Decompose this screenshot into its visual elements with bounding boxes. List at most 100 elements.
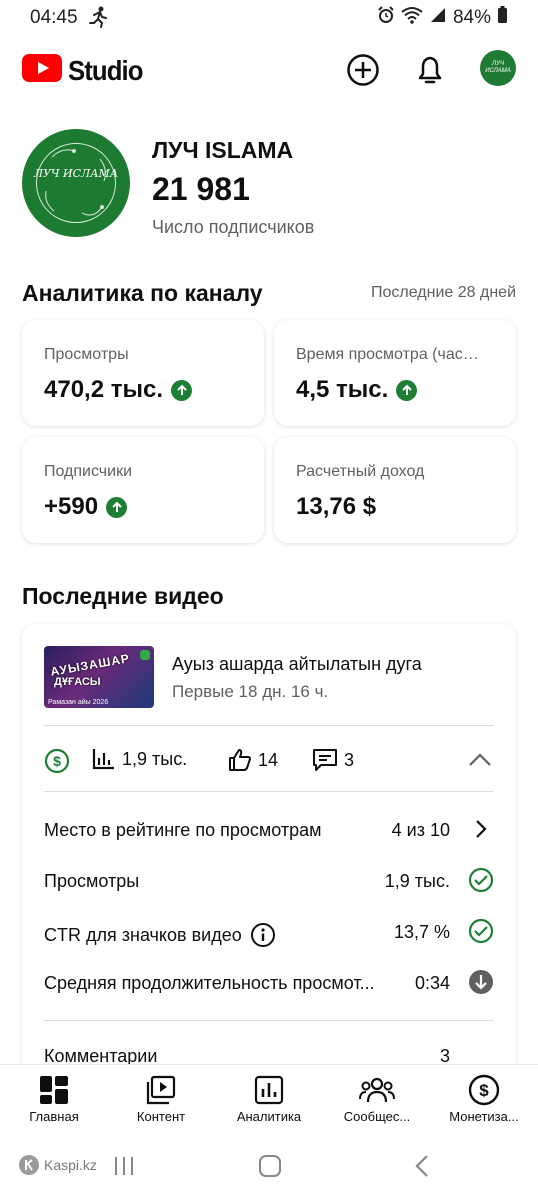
battery-text: 84% <box>452 7 491 28</box>
metric-value: 4,5 тыс. <box>296 376 418 404</box>
trend-up-icon <box>106 496 128 518</box>
trend-up-icon <box>171 379 192 401</box>
comment-icon <box>313 749 337 771</box>
latest-videos-title: Последние видео <box>22 583 224 609</box>
stat-views: 1,9 тыс. <box>92 748 187 770</box>
svg-text:$: $ <box>479 1081 489 1100</box>
metric-card-subscribers[interactable]: Подписчики +590 <box>22 437 264 543</box>
channel-name: ЛУЧ ISLAMA <box>152 137 294 163</box>
community-icon <box>323 1073 431 1107</box>
youtube-studio-logo[interactable]: Studio <box>22 54 149 87</box>
video-thumbnail[interactable]: АУЫЗАШАР ДҰҒАСЫ Рамазан айы 2026 <box>44 646 154 708</box>
nav-dashboard[interactable]: Главная <box>0 1073 108 1124</box>
status-bar: 04:45 84% <box>0 0 538 36</box>
metric-card-watch-time[interactable]: Время просмотра (час… 4,5 тыс. <box>274 320 516 426</box>
metric-value: 13,76 $ <box>296 493 376 521</box>
running-person-icon <box>88 6 108 33</box>
content-icon <box>107 1073 215 1107</box>
metric-card-revenue[interactable]: Расчетный доход 13,76 $ <box>274 437 516 543</box>
back-button[interactable] <box>412 1154 432 1183</box>
nav-label: Аналитика <box>236 1109 302 1124</box>
nav-label: Сообщес... <box>343 1109 411 1124</box>
trend-up-icon <box>396 379 418 401</box>
avatar-small-text: ЛУЧ ИСЛАМА <box>485 61 511 74</box>
nav-label: Контент <box>136 1109 186 1124</box>
youtube-play-icon <box>22 54 62 87</box>
rank-row[interactable]: Место в рейтинге по просмотрам 4 из 10 <box>44 816 494 846</box>
video-period: Первые 18 дн. 16 ч. <box>172 682 329 701</box>
video-stats: $ 1,9 тыс. 14 3 <box>44 748 494 776</box>
nav-community[interactable]: Сообщес... <box>323 1073 431 1124</box>
battery-icon <box>497 6 508 30</box>
bell-icon <box>418 56 442 84</box>
kaspi-logo-icon <box>19 1155 39 1175</box>
info-icon[interactable] <box>250 922 276 948</box>
metric-value-text: 470,2 тыс. <box>44 376 163 403</box>
row-value: 0:34 <box>414 973 450 993</box>
analytics-title: Аналитика по каналу <box>22 280 263 306</box>
divider <box>44 725 494 726</box>
nav-content[interactable]: Контент <box>107 1073 215 1124</box>
subscriber-count: 21 981 <box>152 171 250 207</box>
latest-video-card: АУЫЗАШАР ДҰҒАСЫ Рамазан айы 2026 Ауыз аш… <box>22 624 516 1084</box>
metric-label: Просмотры <box>44 346 129 363</box>
chevron-up-icon <box>469 753 491 766</box>
status-icons: 84% <box>377 6 508 30</box>
stat-likes: 14 <box>228 748 278 772</box>
row-label: Место в рейтинге по просмотрам <box>44 820 322 840</box>
video-title[interactable]: Ауыз ашарда айтылатын дуга <box>172 654 422 675</box>
row-label-wrap: CTR для значков видео <box>44 922 276 948</box>
recent-apps-button[interactable] <box>112 1154 136 1183</box>
subscriber-label: Число подписчиков <box>152 217 315 237</box>
row-value: 4 из 10 <box>391 820 450 840</box>
thumb-up-icon <box>229 749 251 771</box>
metric-label: Расчетный доход <box>296 463 425 480</box>
channel-avatar-text: ЛУЧ ИСЛАМА <box>33 167 119 180</box>
collapse-button[interactable] <box>468 752 492 773</box>
stat-views-value: 1,9 тыс. <box>122 748 188 769</box>
app-header: Studio ЛУЧ ИСЛАМА <box>0 44 538 96</box>
nav-label: Монетиза... <box>449 1109 519 1124</box>
svg-text:$: $ <box>53 753 61 769</box>
nav-analytics[interactable]: Аналитика <box>215 1073 323 1124</box>
monetization-status[interactable]: $ <box>44 748 70 774</box>
thumbnail-badge <box>140 650 150 660</box>
add-icon <box>347 54 379 86</box>
metric-value-text: 13,76 $ <box>296 493 377 520</box>
row-value: 1,9 тыс. <box>384 871 450 891</box>
metric-value-text: 4,5 тыс. <box>296 376 389 403</box>
notifications-button[interactable] <box>412 52 448 88</box>
metric-value: 470,2 тыс. <box>44 376 192 404</box>
floral-ornament-icon <box>45 149 106 216</box>
wifi-icon <box>401 6 423 30</box>
analytics-icon <box>215 1073 323 1107</box>
metric-label: Подписчики <box>44 463 133 480</box>
alarm-icon <box>377 6 395 30</box>
monetization-icon: $ <box>430 1073 538 1107</box>
channel-avatar[interactable]: ЛУЧ ИСЛАМА <box>22 129 130 237</box>
metric-value: +590 <box>44 493 128 521</box>
nav-monetization[interactable]: $ Монетиза... <box>430 1073 538 1124</box>
signal-icon <box>429 6 447 30</box>
analytics-period: Последние 28 дней <box>371 284 516 301</box>
bottom-navigation: Главная Контент Аналитика Сообщес... $ М… <box>0 1064 538 1140</box>
home-icon <box>259 1155 281 1177</box>
views-row: Просмотры 1,9 тыс. <box>44 867 494 897</box>
home-button[interactable] <box>258 1154 282 1183</box>
thumbnail-caption: Рамазан айы 2026 <box>48 699 109 706</box>
channel-summary: ЛУЧ ИСЛАМА ЛУЧ ISLAMA 21 981 Число подпи… <box>22 129 522 239</box>
check-circle-icon <box>468 918 494 944</box>
dashboard-icon <box>0 1073 108 1107</box>
account-avatar[interactable]: ЛУЧ ИСЛАМА <box>480 50 516 86</box>
divider <box>44 1020 494 1021</box>
create-button[interactable] <box>345 52 381 88</box>
app-name: Studio <box>68 54 144 86</box>
stat-comments-value: 3 <box>344 749 355 770</box>
back-icon <box>415 1155 428 1177</box>
row-label: CTR для значков видео <box>44 924 242 945</box>
metric-card-views[interactable]: Просмотры 470,2 тыс. <box>22 320 264 426</box>
system-navigation-bar: Kaspi.kz <box>0 1140 538 1200</box>
watermark: Kaspi.kz <box>18 1154 97 1176</box>
status-time: 04:45 <box>30 7 78 28</box>
thumbnail-line2: ДҰҒАСЫ <box>54 676 101 688</box>
